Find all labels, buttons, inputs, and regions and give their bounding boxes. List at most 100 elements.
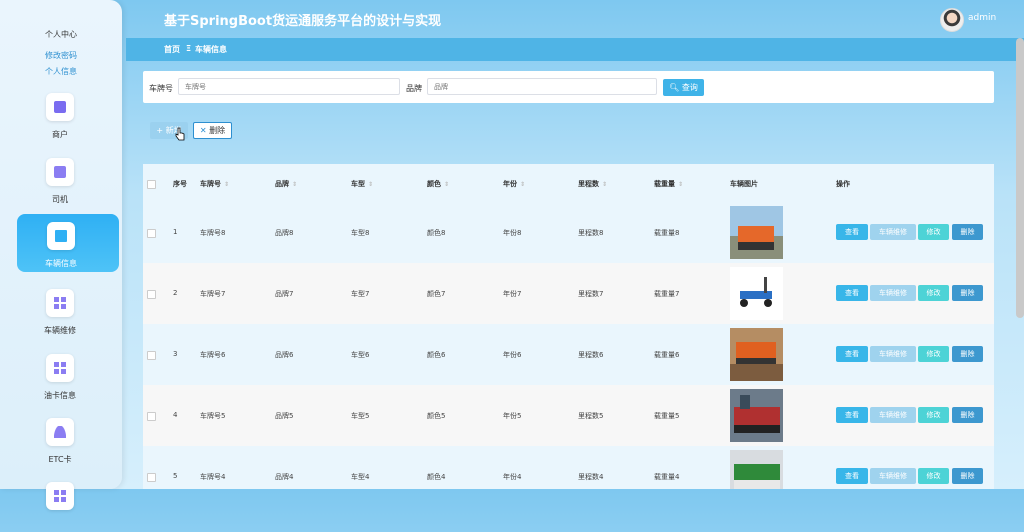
sort-icon: ⇕ [678,181,684,188]
view-button[interactable]: 查看 [836,407,868,423]
sidebar-link-personal-info[interactable]: 个人信息 [0,66,122,77]
cell-color: 颜色5 [427,412,446,420]
sidebar-item-label: 司机 [52,195,68,204]
col-model[interactable]: 车型 ⇕ [351,179,373,189]
edit-button[interactable]: 修改 [918,346,949,362]
sidebar-item-driver[interactable]: 司机 [16,150,119,208]
table-row[interactable]: 5 车牌号4 品牌4 车型4 颜色4 年份4 里程数4 载重量4 查看 车辆维修 修改 删除 [143,446,994,489]
sidebar-item-label: ETC卡 [48,455,72,464]
breadcrumb-current: 车辆信息 [195,45,227,54]
view-button[interactable]: 查看 [836,468,868,484]
cell-mileage: 里程数5 [578,412,604,420]
close-icon: ✕ [199,126,207,135]
sidebar-item-more[interactable] [16,474,119,532]
repair-button[interactable]: 车辆维修 [870,285,916,301]
grid-icon [46,354,74,382]
plate-label: 车牌号 [149,84,173,93]
view-button[interactable]: 查看 [836,285,868,301]
sidebar-item-vehicle-repair[interactable]: 车辆维修 [16,281,119,339]
table-row[interactable]: 4 车牌号5 品牌5 车型5 颜色5 年份5 里程数5 载重量5 查看 车辆维修 修改 删除 [143,385,994,446]
plate-search-input[interactable] [178,78,400,95]
vehicle-image[interactable] [730,206,783,259]
vehicle-image[interactable] [730,267,783,320]
vehicle-table: 序号 车牌号 ⇕ 品牌 ⇕ 车型 ⇕ 颜色 ⇕ 年份 ⇕ 里程数 ⇕ 载重量 ⇕ 车辆图片 操… [143,164,994,489]
sidebar-item-fuel-card[interactable]: 油卡信息 [16,346,119,404]
sidebar-item-merchant[interactable]: 商户 [16,85,119,143]
cell-year: 年份6 [503,351,522,359]
cell-model: 车型8 [351,229,370,237]
clipboard-icon [46,158,74,186]
edit-button[interactable]: 修改 [918,407,949,423]
delete-button-label: 删除 [209,126,226,135]
row-delete-button[interactable]: 删除 [952,224,983,240]
cell-color: 颜色7 [427,290,446,298]
row-delete-button[interactable]: 删除 [952,285,983,301]
avatar[interactable] [940,8,964,32]
col-plate[interactable]: 车牌号 ⇕ [200,179,229,189]
cell-brand: 品牌6 [275,351,294,359]
vehicle-image[interactable] [730,328,783,381]
col-brand[interactable]: 品牌 ⇕ [275,179,297,189]
cell-plate: 车牌号5 [200,412,226,420]
cell-brand: 品牌4 [275,473,294,481]
col-actions: 操作 [836,180,850,188]
cell-no: 4 [173,411,178,419]
row-delete-button[interactable]: 删除 [952,468,983,484]
vehicle-image[interactable] [730,450,783,489]
vehicle-image[interactable] [730,389,783,442]
row-checkbox[interactable] [147,351,156,360]
repair-button[interactable]: 车辆维修 [870,407,916,423]
view-button[interactable]: 查看 [836,346,868,362]
col-color[interactable]: 颜色 ⇕ [427,179,449,189]
cell-plate: 车牌号8 [200,229,226,237]
app-title: 基于SpringBoot货运通服务平台的设计与实现 [164,14,442,29]
view-button[interactable]: 查看 [836,224,868,240]
select-all-checkbox[interactable] [147,180,156,189]
sidebar-item-label: 商户 [52,130,68,139]
table-row[interactable]: 1 车牌号8 品牌8 车型8 颜色8 年份8 里程数8 载重量8 查看 车辆维修 修改 删除 [143,202,994,263]
edit-button[interactable]: 修改 [918,285,949,301]
repair-button[interactable]: 车辆维修 [870,346,916,362]
row-checkbox[interactable] [147,412,156,421]
edit-button[interactable]: 修改 [918,224,949,240]
col-mileage[interactable]: 里程数 ⇕ [578,179,607,189]
edit-button[interactable]: 修改 [918,468,949,484]
sort-icon: ⇕ [368,181,374,188]
table-row[interactable]: 3 车牌号6 品牌6 车型6 颜色6 年份6 里程数6 载重量6 查看 车辆维修 修改 删除 [143,324,994,385]
delete-button[interactable]: ✕ 删除 [193,122,232,139]
repair-button[interactable]: 车辆维修 [870,224,916,240]
user-icon [46,418,74,446]
cell-plate: 车牌号7 [200,290,226,298]
sidebar-item-label: 油卡信息 [44,391,76,400]
sort-icon: ⇕ [444,181,450,188]
row-checkbox[interactable] [147,290,156,299]
cell-year: 年份7 [503,290,522,298]
row-checkbox[interactable] [147,473,156,482]
sidebar-link-change-password[interactable]: 修改密码 [0,50,122,61]
row-checkbox[interactable] [147,229,156,238]
cell-color: 颜色4 [427,473,446,481]
sidebar-item-vehicle-info[interactable]: 车辆信息 [17,214,119,272]
user-name[interactable]: admin [968,13,996,23]
cell-year: 年份5 [503,412,522,420]
query-button[interactable]: 🔍︎ 查询 [663,79,704,96]
briefcase-icon [46,93,74,121]
search-panel: 车牌号 品牌 🔍︎ 查询 [143,71,994,103]
cell-plate: 车牌号4 [200,473,226,481]
table-row[interactable]: 2 车牌号7 品牌7 车型7 颜色7 年份7 里程数7 载重量7 查看 车辆维修 修改 删除 [143,263,994,324]
breadcrumb-home[interactable]: 首页 [164,44,180,55]
cell-model: 车型7 [351,290,370,298]
cell-mileage: 里程数7 [578,290,604,298]
brand-search-input[interactable] [427,78,657,95]
row-delete-button[interactable]: 删除 [952,407,983,423]
col-year[interactable]: 年份 ⇕ [503,179,525,189]
col-load[interactable]: 载重量 ⇕ [654,179,683,189]
sidebar-item-label: 车辆信息 [45,259,77,268]
cell-brand: 品牌7 [275,290,294,298]
repair-button[interactable]: 车辆维修 [870,468,916,484]
row-delete-button[interactable]: 删除 [952,346,983,362]
sidebar-item-etc-card[interactable]: ETC卡 [16,410,119,468]
scrollbar[interactable] [1016,38,1024,318]
search-icon: 🔍︎ [669,83,680,92]
sort-icon: ⇕ [292,181,298,188]
